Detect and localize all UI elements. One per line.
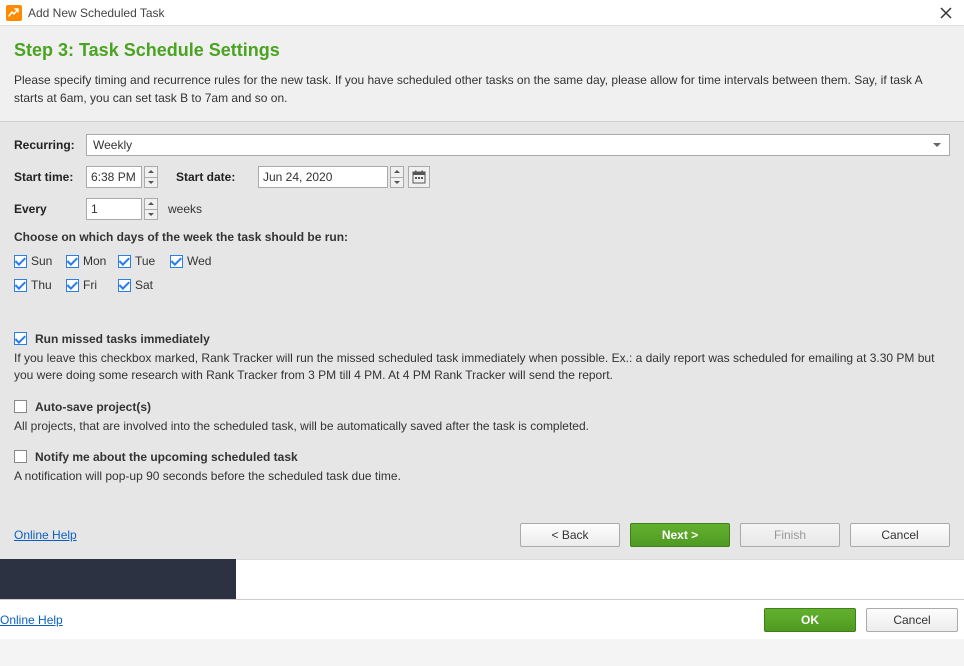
checkbox-tue[interactable] [118,255,131,268]
auto-save-label: Auto-save project(s) [35,400,151,414]
wizard-footer: Online Help < Back Next > Finish Cancel [0,513,964,559]
window-title: Add New Scheduled Task [28,6,165,20]
every-input[interactable]: 1 [86,198,142,220]
auto-save-desc: All projects, that are involved into the… [14,418,950,435]
start-time-value: 6:38 PM [91,170,136,184]
day-label: Mon [83,254,106,268]
start-time-input[interactable]: 6:38 PM [86,166,142,188]
checkbox-auto-save[interactable] [14,400,27,413]
start-date-spinner [390,166,404,188]
start-time-down[interactable] [144,178,158,189]
notify-row: Notify me about the upcoming scheduled t… [14,450,950,464]
parent-footer: Online Help OK Cancel [0,599,964,639]
day-wed: Wed [170,254,222,268]
chevron-down-icon [148,181,154,184]
checkbox-mon[interactable] [66,255,79,268]
day-label: Sun [31,254,52,268]
options-block: Run missed tasks immediately If you leav… [14,332,950,485]
chevron-up-icon [148,170,154,173]
auto-save-row: Auto-save project(s) [14,400,950,414]
finish-button[interactable]: Finish [740,523,840,547]
checkbox-wed[interactable] [170,255,183,268]
day-label: Sat [135,278,153,292]
checkbox-sat[interactable] [118,279,131,292]
chevron-up-icon [148,202,154,205]
start-date-value: Jun 24, 2020 [263,170,332,184]
every-value: 1 [91,202,98,216]
every-row: Every 1 weeks [14,198,950,220]
titlebar: Add New Scheduled Task [0,0,964,26]
day-label: Thu [31,278,52,292]
day-label: Tue [135,254,155,268]
start-time-up[interactable] [144,166,158,178]
start-date-label: Start date: [176,170,248,184]
sidebar-bg [0,559,236,599]
recurring-label: Recurring: [14,138,86,152]
calendar-button[interactable] [408,166,430,188]
start-date-up[interactable] [390,166,404,178]
day-thu: Thu [14,278,66,292]
start-date-down[interactable] [390,178,404,189]
step-header: Step 3: Task Schedule Settings Please sp… [0,26,964,122]
step-title: Step 3: Task Schedule Settings [14,40,950,61]
start-date-input[interactable]: Jun 24, 2020 [258,166,388,188]
cancel-button-bottom[interactable]: Cancel [866,608,958,632]
recurring-value: Weekly [93,138,132,152]
form-area: Recurring: Weekly Start time: 6:38 PM St… [0,122,964,513]
online-help-link-bottom[interactable]: Online Help [0,613,63,627]
cancel-button[interactable]: Cancel [850,523,950,547]
recurring-select[interactable]: Weekly [86,134,950,156]
run-missed-row: Run missed tasks immediately [14,332,950,346]
checkbox-sun[interactable] [14,255,27,268]
recurring-row: Recurring: Weekly [14,134,950,156]
every-spinner [144,198,158,220]
days-row-1: Sun Mon Tue Wed [14,254,950,268]
run-missed-label: Run missed tasks immediately [35,332,210,346]
time-date-row: Start time: 6:38 PM Start date: Jun 24, … [14,166,950,188]
weeks-label: weeks [168,202,202,216]
step-description: Please specify timing and recurrence rul… [14,71,950,107]
day-label: Fri [83,278,97,292]
every-up[interactable] [144,198,158,210]
checkbox-fri[interactable] [66,279,79,292]
online-help-link[interactable]: Online Help [14,528,77,542]
day-label: Wed [187,254,211,268]
ok-button[interactable]: OK [764,608,856,632]
background-strip [0,559,964,599]
days-row-2: Thu Fri Sat [14,278,950,292]
chevron-down-icon [148,213,154,216]
chevron-down-icon [394,181,400,184]
checkbox-run-missed[interactable] [14,332,27,345]
start-time-spinner [144,166,158,188]
checkbox-notify[interactable] [14,450,27,463]
day-sun: Sun [14,254,66,268]
every-label: Every [14,202,86,216]
content-bg [236,559,964,599]
notify-desc: A notification will pop-up 90 seconds be… [14,468,950,485]
checkbox-thu[interactable] [14,279,27,292]
back-button[interactable]: < Back [520,523,620,547]
app-icon [6,5,22,21]
start-time-label: Start time: [14,170,86,184]
days-prompt: Choose on which days of the week the tas… [14,230,950,244]
day-fri: Fri [66,278,118,292]
run-missed-desc: If you leave this checkbox marked, Rank … [14,350,950,384]
day-mon: Mon [66,254,118,268]
next-button[interactable]: Next > [630,523,730,547]
close-button[interactable] [934,3,958,23]
notify-label: Notify me about the upcoming scheduled t… [35,450,298,464]
every-down[interactable] [144,210,158,221]
calendar-icon [412,170,426,184]
chevron-up-icon [394,170,400,173]
day-tue: Tue [118,254,170,268]
day-sat: Sat [118,278,170,292]
close-icon [940,7,952,19]
